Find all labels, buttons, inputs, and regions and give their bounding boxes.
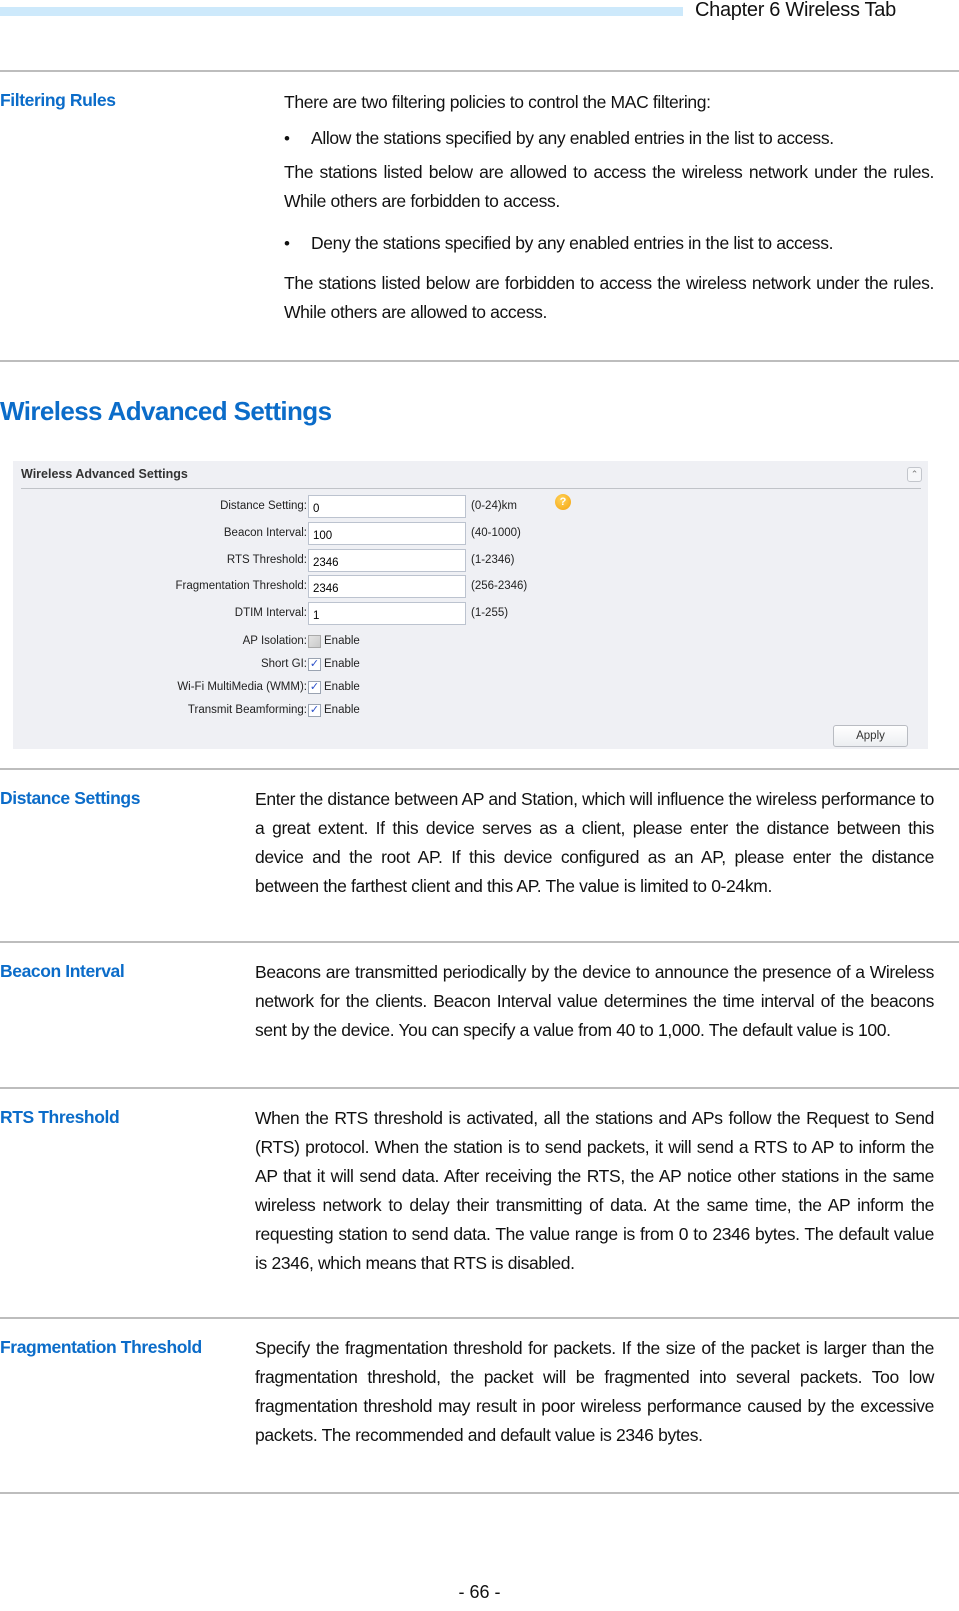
field-label: Short GI: bbox=[260, 658, 307, 670]
checkbox-row-wmm: Wi-Fi MultiMedia (WMM): ✓ Enable bbox=[13, 678, 928, 702]
distance-setting-input[interactable] bbox=[308, 495, 466, 518]
definition-text: Beacons are transmitted periodically by … bbox=[255, 962, 934, 1040]
filtering-rules-description: There are two filtering policies to cont… bbox=[284, 88, 934, 327]
chapter-title: Chapter 6 Wireless Tab bbox=[695, 0, 896, 21]
fragmentation-threshold-input[interactable] bbox=[308, 575, 466, 598]
question-icon[interactable]: ? bbox=[555, 494, 571, 510]
field-row-rts-threshold: RTS Threshold: (1-2346) bbox=[13, 549, 928, 573]
panel-title: Wireless Advanced Settings bbox=[21, 467, 188, 481]
apply-button[interactable]: Apply bbox=[833, 725, 908, 747]
field-hint: (256-2346) bbox=[471, 580, 528, 592]
field-hint: (1-255) bbox=[471, 607, 509, 619]
transmit-beamforming-checkbox[interactable]: ✓ bbox=[308, 704, 321, 717]
definition-text: Specify the fragmentation threshold for … bbox=[255, 1338, 934, 1445]
term-label: Beacon Interval bbox=[0, 961, 125, 981]
field-label: Transmit Beamforming: bbox=[187, 704, 307, 716]
checkbox-option-label: Enable bbox=[324, 658, 360, 670]
term-label: Fragmentation Threshold bbox=[0, 1337, 202, 1357]
beacon-interval-input[interactable] bbox=[308, 522, 466, 545]
field-label: Wi-Fi MultiMedia (WMM): bbox=[177, 681, 307, 693]
checkbox-row-transmit-beamforming: Transmit Beamforming: ✓ Enable bbox=[13, 701, 928, 725]
field-label: Distance Setting: bbox=[220, 500, 307, 512]
short-gi-checkbox[interactable]: ✓ bbox=[308, 658, 321, 671]
bullet-item: Deny the stations specified by any enabl… bbox=[284, 229, 934, 258]
definition-text: Enter the distance between AP and Statio… bbox=[255, 789, 934, 896]
bullet-item: Allow the stations specified by any enab… bbox=[284, 124, 934, 153]
checkbox-option-label: Enable bbox=[324, 704, 360, 716]
checkbox-option-label: Enable bbox=[324, 635, 360, 647]
checkbox-row-short-gi: Short GI: ✓ Enable bbox=[13, 655, 928, 679]
wireless-advanced-settings-panel: Wireless Advanced Settings ⌃ Distance Se… bbox=[13, 461, 928, 749]
policy-explanation: The stations listed below are allowed to… bbox=[284, 162, 934, 211]
divider bbox=[0, 70, 959, 72]
field-hint: (0-24)km bbox=[471, 500, 518, 512]
field-row-beacon-interval: Beacon Interval: (40-1000) bbox=[13, 522, 928, 546]
definition-text: When the RTS threshold is activated, all… bbox=[255, 1108, 934, 1273]
divider bbox=[0, 1317, 959, 1319]
field-label: RTS Threshold: bbox=[226, 554, 307, 566]
field-label: Beacon Interval: bbox=[223, 527, 307, 539]
dtim-interval-input[interactable] bbox=[308, 602, 466, 625]
term-label: RTS Threshold bbox=[0, 1107, 120, 1127]
field-label: AP Isolation: bbox=[242, 635, 307, 647]
term-label: Filtering Rules bbox=[0, 90, 116, 110]
checkbox-row-ap-isolation: AP Isolation: Enable bbox=[13, 632, 928, 656]
field-label: Fragmentation Threshold: bbox=[175, 580, 307, 592]
collapse-icon[interactable]: ⌃ bbox=[907, 467, 922, 482]
wmm-checkbox[interactable]: ✓ bbox=[308, 681, 321, 694]
term-label: Distance Settings bbox=[0, 788, 141, 808]
page-number: - 66 - bbox=[458, 1582, 501, 1602]
panel-title-divider bbox=[21, 488, 921, 489]
divider bbox=[0, 1087, 959, 1089]
field-hint: (40-1000) bbox=[471, 527, 521, 539]
field-hint: (1-2346) bbox=[471, 554, 515, 566]
rts-threshold-input[interactable] bbox=[308, 549, 466, 572]
section-title: Wireless Advanced Settings bbox=[0, 396, 332, 426]
field-label: DTIM Interval: bbox=[234, 607, 307, 619]
divider bbox=[0, 768, 959, 770]
field-row-fragmentation-threshold: Fragmentation Threshold: (256-2346) bbox=[13, 575, 928, 599]
divider bbox=[0, 360, 959, 362]
divider bbox=[0, 941, 959, 943]
checkbox-option-label: Enable bbox=[324, 681, 360, 693]
divider bbox=[0, 1492, 959, 1494]
ap-isolation-checkbox[interactable] bbox=[308, 635, 321, 648]
field-row-distance-setting: Distance Setting: (0-24)km ? bbox=[13, 494, 928, 519]
header-bar bbox=[0, 7, 683, 16]
field-row-dtim-interval: DTIM Interval: (1-255) bbox=[13, 602, 928, 626]
intro-text: There are two filtering policies to cont… bbox=[284, 92, 711, 112]
policy-explanation: The stations listed below are forbidden … bbox=[284, 273, 934, 322]
